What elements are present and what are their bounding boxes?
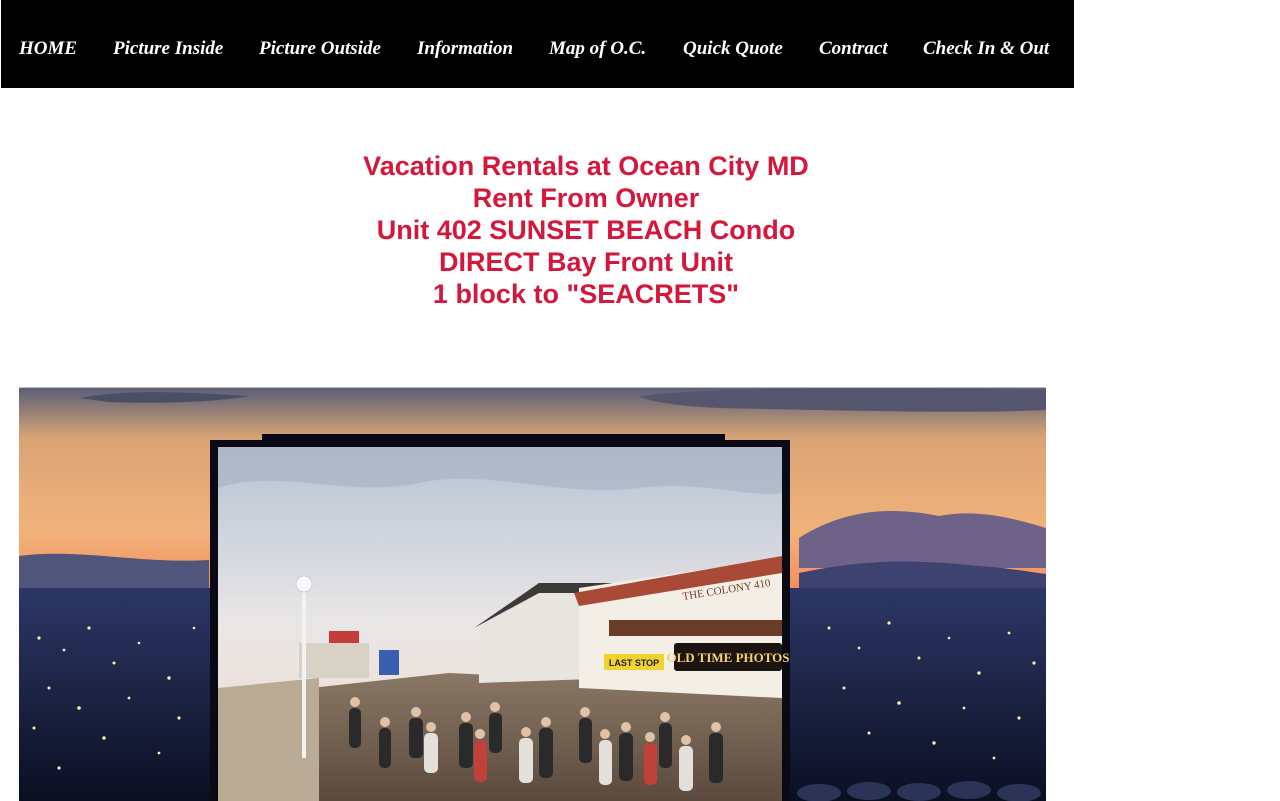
nav-picture-outside-link[interactable]: Picture Outside (259, 38, 381, 60)
nav-check-in-out-link[interactable]: Check In & Out (923, 38, 1049, 60)
old-time-photos-sign: OLD TIME PHOTOS (666, 650, 789, 665)
nav-contract-link[interactable]: Contract (819, 38, 888, 60)
page-headline: Vacation Rentals at Ocean City MD Rent F… (286, 150, 886, 310)
headline-line-2: Rent From Owner (472, 183, 700, 213)
top-navigation-bar: HOME Picture Inside Picture Outside Info… (1, 0, 1074, 88)
headline-line-1: Vacation Rentals at Ocean City MD (363, 151, 809, 181)
nav-information-link[interactable]: Information (417, 38, 513, 60)
headline-line-5: 1 block to "SEACRETS" (432, 279, 740, 309)
nav-picture-inside-link[interactable]: Picture Inside (113, 38, 223, 60)
boardwalk-photo: OLD TIME PHOTOS LAST STOP THE COLONY 410 (218, 447, 790, 801)
hero-collage: OLD TIME PHOTOS LAST STOP THE COLONY 410 (19, 388, 1046, 801)
headline-line-3: Unit 402 SUNSET BEACH Condo (376, 215, 796, 245)
nav-home-link[interactable]: HOME (19, 38, 77, 60)
headline-line-4: DIRECT Bay Front Unit (439, 247, 733, 277)
hero-image: OLD TIME PHOTOS LAST STOP THE COLONY 410 (19, 387, 1046, 801)
nav-map-link[interactable]: Map of O.C. (549, 38, 646, 60)
last-stop-sign: LAST STOP (609, 658, 659, 668)
nav-quick-quote-link[interactable]: Quick Quote (683, 38, 783, 60)
